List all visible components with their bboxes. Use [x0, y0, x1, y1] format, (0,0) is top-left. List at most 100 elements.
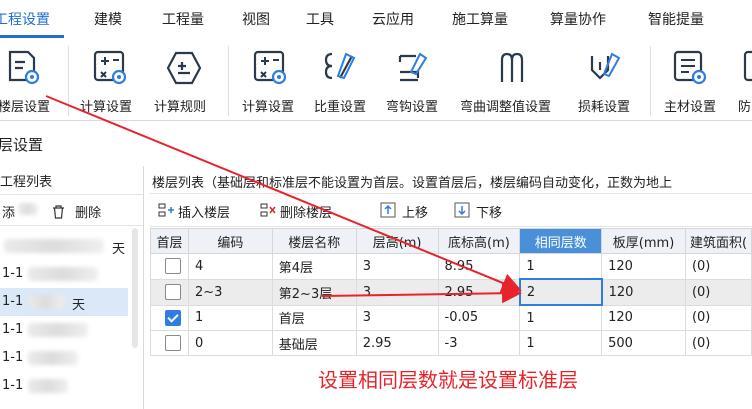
calc-rules-button[interactable]: 计算规则 — [152, 40, 216, 120]
cell-floor-name[interactable]: 首层 — [271, 304, 357, 331]
cell-code[interactable]: 1 — [187, 304, 273, 331]
insert-floor-button[interactable]: 插入楼层 — [178, 202, 230, 221]
cell-building-area[interactable]: (0) — [684, 278, 752, 306]
hook-settings-button[interactable]: 弯钩设置 — [384, 40, 448, 120]
project-list-item[interactable]: 天 — [0, 232, 128, 260]
cell-bottom-elevation[interactable]: 8.95 — [437, 253, 521, 280]
move-up-icon — [380, 202, 396, 218]
menu-view[interactable]: 视图 — [242, 9, 270, 29]
cell-building-area[interactable]: (0) — [684, 330, 752, 356]
hook-settings-label: 弯钩设置 — [386, 100, 439, 115]
first-floor-checkbox[interactable] — [165, 284, 181, 300]
col-header-height[interactable]: 层高(m) — [355, 228, 439, 254]
cell-height[interactable]: 3 — [355, 304, 439, 331]
cell-same-floor-count[interactable]: 1 — [519, 253, 603, 280]
col-header-bottom-elevation[interactable]: 底标高(m) — [437, 228, 521, 254]
delete-label: 删除 — [75, 206, 102, 221]
active-tab-indicator — [0, 35, 64, 38]
cell-height[interactable]: 3 — [355, 278, 439, 306]
cell-slab-thickness[interactable]: 120 — [601, 253, 686, 280]
material-settings-icon — [673, 50, 707, 85]
cell-height[interactable]: 2.95 — [355, 330, 439, 356]
move-up-button[interactable]: 上移 — [402, 202, 428, 221]
calc-settings-label-2: 计算设置 — [242, 100, 295, 115]
bend-adjust-button[interactable]: 弯曲调整值设置 — [458, 40, 570, 120]
cell-same-floor-count[interactable]: 1 — [519, 304, 603, 331]
cell-slab-thickness[interactable]: 120 — [601, 304, 686, 331]
calc-rules-label: 计算规则 — [154, 100, 207, 115]
blurred-text — [28, 295, 64, 309]
list-item-suffix: 天 — [112, 242, 126, 257]
first-floor-checkbox-cell[interactable] — [150, 278, 189, 306]
cell-building-area[interactable]: (0) — [684, 253, 752, 280]
project-list-item[interactable]: 1-1 — [0, 372, 128, 400]
menu-tools[interactable]: 工具 — [306, 9, 334, 29]
table-row-selected[interactable]: 2~3 第2~3层 3 2.95 2 120 (0) — [150, 278, 752, 306]
col-header-slab-thickness[interactable]: 板厚(mm) — [601, 228, 686, 254]
cell-bottom-elevation[interactable]: -0.05 — [437, 304, 521, 331]
density-settings-button[interactable]: 比重设置 — [312, 40, 376, 120]
cell-slab-thickness[interactable]: 120 — [601, 278, 686, 306]
trash-icon — [53, 205, 64, 219]
project-list-item[interactable]: 1-1 — [0, 260, 128, 288]
menu-collaboration[interactable]: 算量协作 — [550, 9, 606, 29]
density-settings-icon — [324, 52, 356, 80]
floor-settings-button[interactable]: 楼层设置 — [0, 40, 62, 120]
first-floor-checkbox[interactable] — [165, 258, 181, 275]
project-list-item[interactable]: 1-1 — [0, 344, 128, 372]
cell-floor-name[interactable]: 第4层 — [271, 253, 357, 280]
menu-project-settings[interactable]: 工程设置 — [0, 9, 50, 29]
cell-same-floor-count[interactable]: 1 — [519, 330, 603, 356]
calc-settings-button-2[interactable]: 计算设置 — [240, 40, 304, 120]
add-button[interactable]: 添 — [2, 202, 15, 221]
menu-modeling[interactable]: 建模 — [94, 9, 122, 29]
cell-slab-thickness[interactable]: 500 — [601, 330, 686, 356]
col-header-same-floor-count[interactable]: 相同层数 — [519, 228, 603, 254]
loss-settings-button[interactable]: 损耗设置 — [576, 40, 640, 120]
material-settings-button[interactable]: 主材设置 — [662, 40, 726, 120]
cell-building-area[interactable]: (0) — [684, 304, 752, 331]
cell-floor-name[interactable]: 基础层 — [271, 330, 357, 356]
cell-bottom-elevation[interactable]: 2.95 — [437, 278, 521, 306]
cell-bottom-elevation[interactable]: -3 — [437, 330, 521, 356]
floor-settings-label: 楼层设置 — [0, 100, 51, 115]
table-row[interactable]: 4 第4层 3 8.95 1 120 (0) — [150, 253, 752, 280]
menu-cloud[interactable]: 云应用 — [372, 9, 414, 29]
col-header-code[interactable]: 编码 — [187, 228, 273, 254]
col-header-floor-name[interactable]: 楼层名称 — [271, 228, 357, 254]
first-floor-checkbox-checked[interactable] — [165, 309, 181, 326]
col-header-building-area[interactable]: 建筑面积( — [684, 228, 752, 254]
ribbon-separator — [68, 46, 69, 116]
menu-smart-extract[interactable]: 智能提量 — [648, 9, 704, 29]
project-list-item[interactable]: 1-1 — [0, 316, 128, 344]
first-floor-checkbox[interactable] — [165, 335, 181, 351]
table-row[interactable]: 0 基础层 2.95 -3 1 500 (0) — [150, 330, 752, 356]
first-floor-checkbox-cell[interactable] — [150, 253, 189, 280]
cell-same-floor-count-editing[interactable]: 2 — [518, 278, 603, 306]
menu-construction[interactable]: 施工算量 — [452, 9, 508, 29]
project-list-item-selected[interactable]: 1-1 天 — [0, 288, 128, 316]
first-floor-checkbox-cell[interactable] — [150, 304, 189, 331]
loss-settings-icon — [590, 52, 621, 80]
first-floor-checkbox-cell[interactable] — [150, 330, 189, 356]
truncated-button[interactable]: 防 — [736, 40, 752, 120]
calc-settings-button[interactable]: 计算设置 — [80, 40, 144, 120]
menu-quantity[interactable]: 工程量 — [162, 9, 204, 29]
ribbon-toolbar: 楼层设置 计算设置 计算规则 计算设置 比重设置 弯钩设置 弯曲调整值设置 损耗… — [0, 40, 752, 121]
cell-height[interactable]: 3 — [355, 253, 439, 280]
move-down-button[interactable]: 下移 — [476, 202, 502, 221]
project-list-panel: 工程列表 添 删除 天 1-1 1-1 天 1-1 1-1 1-1 — [0, 166, 144, 409]
cell-floor-name[interactable]: 第2~3层 — [271, 278, 357, 306]
table-header-row: 首层 编码 楼层名称 层高(m) 底标高(m) 相同层数 板厚(mm) 建筑面积… — [150, 228, 752, 254]
delete-floor-button[interactable]: 删除楼层 — [280, 202, 332, 221]
delete-floor-icon — [260, 203, 276, 217]
project-list-scrollbar[interactable] — [132, 228, 138, 348]
col-header-first-floor[interactable]: 首层 — [150, 228, 189, 254]
delete-button[interactable]: 删除 — [52, 202, 101, 221]
move-down-icon — [454, 202, 470, 218]
cell-code[interactable]: 4 — [187, 253, 273, 280]
cell-code[interactable]: 2~3 — [187, 278, 273, 306]
cell-code[interactable]: 0 — [187, 330, 273, 356]
table-row[interactable]: 1 首层 3 -0.05 1 120 (0) — [150, 304, 752, 331]
calc-rules-icon — [166, 51, 202, 85]
